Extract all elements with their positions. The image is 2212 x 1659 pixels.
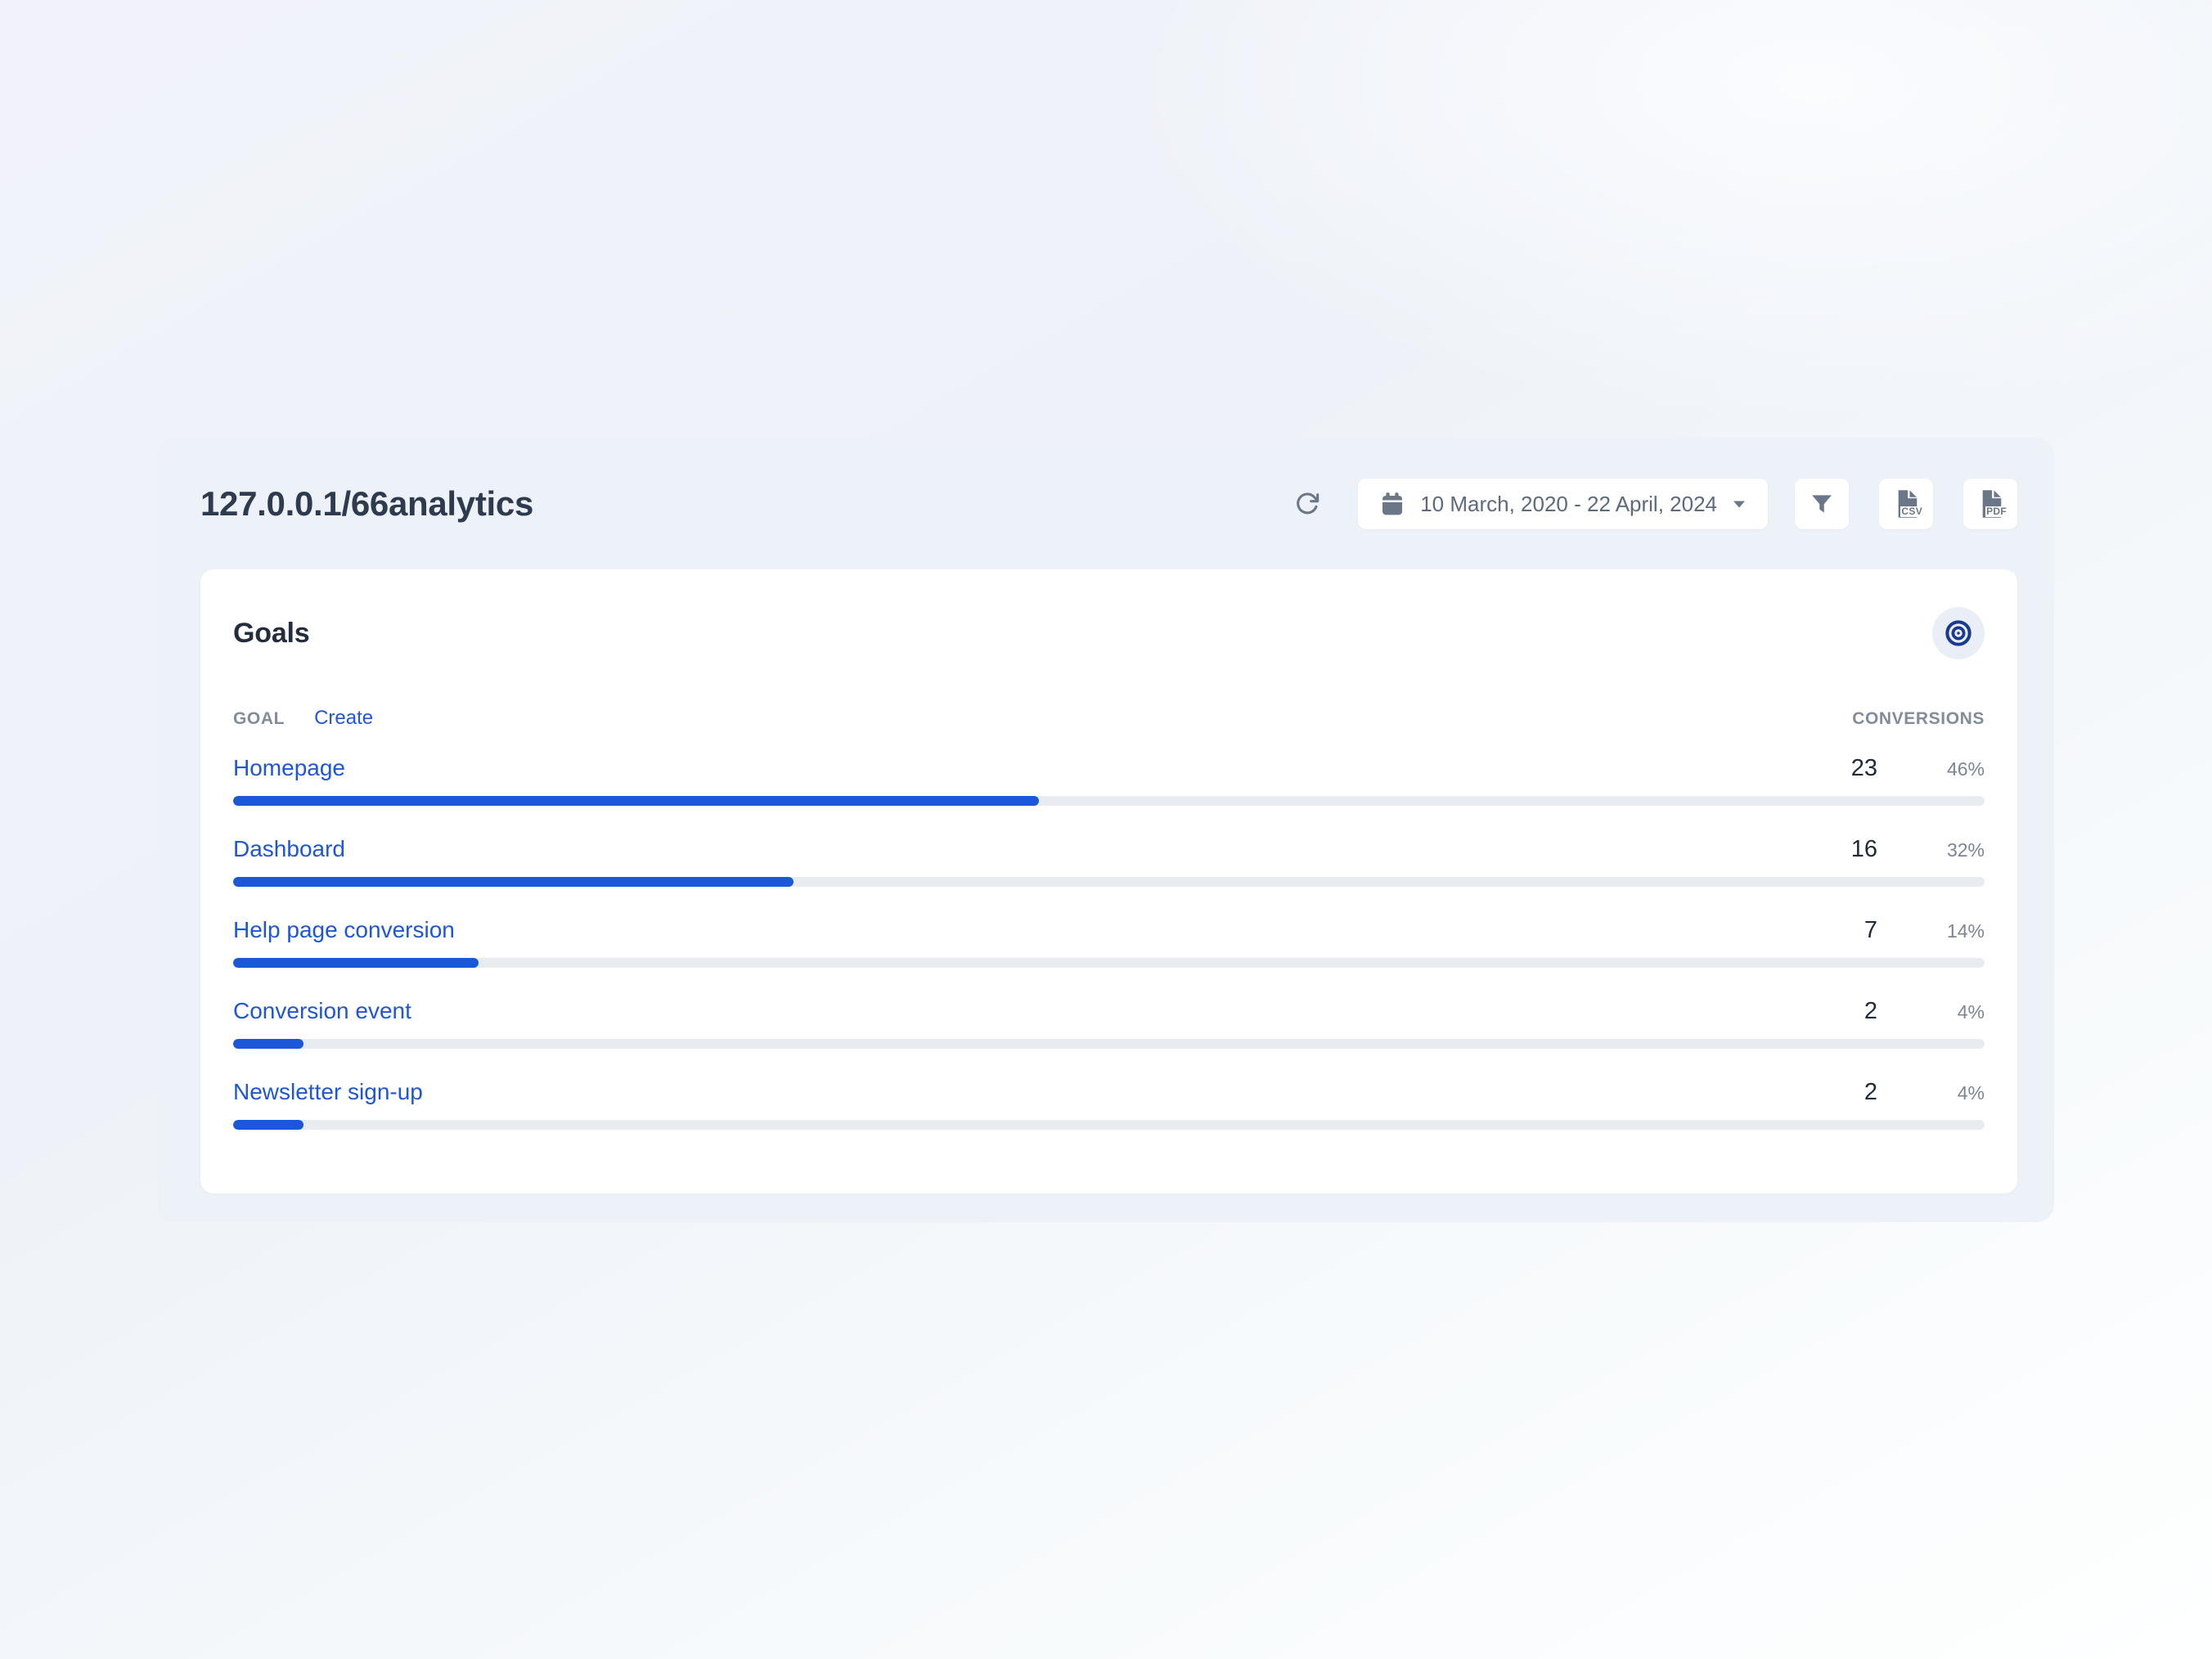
goal-link[interactable]: Help page conversion [233,915,1828,946]
conversion-percent: 14% [1877,915,1985,946]
goals-rows: Homepage 23 46% Dashboard 16 32% Help pa… [233,753,1985,1130]
file-csv-icon: CSV [1894,489,1918,519]
goal-link[interactable]: Dashboard [233,834,1828,865]
goals-target-button[interactable] [1932,607,1985,659]
goals-card: Goals GOAL Create CONVERSIONS Homepage 2… [200,569,2017,1194]
caret-down-icon [1732,499,1747,509]
conversion-percent: 32% [1877,834,1985,865]
progress-bar-fill [233,1039,303,1049]
goal-link[interactable]: Conversion event [233,996,1828,1027]
goal-row-line: Conversion event 2 4% [233,996,1985,1027]
file-pdf-icon: PDF [1978,489,2003,519]
conversion-percent: 4% [1877,1077,1985,1108]
goal-row: Help page conversion 7 14% [233,915,1985,968]
conversion-count: 2 [1828,996,1877,1027]
progress-bar-track [233,958,1985,968]
goal-row-line: Dashboard 16 32% [233,834,1985,865]
goal-row: Dashboard 16 32% [233,834,1985,887]
calendar-icon [1379,491,1405,517]
export-pdf-button[interactable]: PDF [1963,479,2017,529]
goal-row: Homepage 23 46% [233,753,1985,806]
conversion-percent: 46% [1877,753,1985,785]
goals-card-header: Goals [233,607,1985,659]
conversion-count: 2 [1828,1077,1877,1108]
panel-header: 127.0.0.1/66analytics [200,477,2017,531]
conversion-count: 16 [1828,834,1877,865]
main-panel: 127.0.0.1/66analytics [158,438,2054,1222]
progress-bar-track [233,796,1985,806]
goal-row: Newsletter sign-up 2 4% [233,1077,1985,1130]
toolbar: 10 March, 2020 - 22 April, 2024 [1288,479,2017,529]
progress-bar-fill [233,877,794,887]
goal-link[interactable]: Newsletter sign-up [233,1077,1828,1108]
date-range-picker[interactable]: 10 March, 2020 - 22 April, 2024 [1358,479,1768,529]
goal-row-line: Newsletter sign-up 2 4% [233,1077,1985,1108]
progress-bar-fill [233,796,1039,806]
goal-row-line: Help page conversion 7 14% [233,915,1985,946]
csv-label: CSV [1900,506,1923,517]
pdf-label: PDF [1985,506,2007,517]
goal-link[interactable]: Homepage [233,753,1828,784]
goals-card-title: Goals [233,618,309,650]
progress-bar-track [233,1120,1985,1130]
goal-row-line: Homepage 23 46% [233,753,1985,785]
page-background: { "header": { "title": "127.0.0.1/66anal… [0,0,2212,1659]
goal-column-header: GOAL [233,709,285,729]
page-title: 127.0.0.1/66analytics [200,484,1288,524]
target-bullseye-icon [1944,618,1973,648]
progress-bar-fill [233,958,479,968]
progress-bar-fill [233,1120,303,1130]
conversion-count: 23 [1828,753,1877,784]
refresh-icon [1294,491,1320,517]
conversion-count: 7 [1828,915,1877,946]
date-range-label: 10 March, 2020 - 22 April, 2024 [1420,492,1717,517]
export-csv-button[interactable]: CSV [1879,479,1933,529]
goal-row: Conversion event 2 4% [233,996,1985,1049]
conversions-column-header: CONVERSIONS [1852,709,1985,729]
progress-bar-track [233,1039,1985,1049]
goals-table-header: GOAL Create CONVERSIONS [233,707,1985,730]
conversion-percent: 4% [1877,996,1985,1027]
create-goal-link[interactable]: Create [314,707,373,730]
funnel-icon [1810,492,1834,516]
filter-button[interactable] [1795,479,1849,529]
progress-bar-track [233,877,1985,887]
refresh-button[interactable] [1288,484,1327,524]
